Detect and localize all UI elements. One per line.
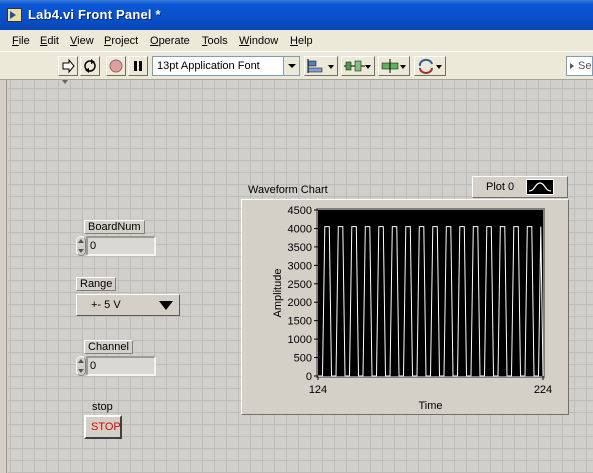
menu-edit[interactable]: Edit — [40, 35, 59, 47]
chevron-down-icon — [365, 65, 371, 69]
origin-marker-icon — [62, 80, 68, 84]
menu-view[interactable]: View — [70, 35, 94, 47]
distribute-objects-icon — [344, 60, 365, 72]
resize-objects-dropdown[interactable] — [378, 56, 410, 76]
boardnum-control[interactable]: 0 — [76, 236, 158, 256]
wave-icon — [528, 182, 552, 192]
chevron-down-icon — [283, 57, 299, 75]
align-objects-dropdown[interactable] — [304, 56, 338, 76]
plot-legend[interactable]: Plot 0 — [472, 176, 568, 198]
abort-icon — [109, 59, 123, 73]
run-continuously-icon — [84, 59, 96, 73]
menu-window[interactable]: Window — [239, 35, 278, 47]
font-select-value: 13pt Application Font — [157, 60, 260, 72]
boardnum-field[interactable]: 0 — [86, 236, 156, 256]
reorder-dropdown[interactable] — [414, 56, 446, 76]
stop-label: stop — [92, 401, 113, 413]
font-select[interactable]: 13pt Application Font — [152, 56, 300, 76]
menu-help[interactable]: Help — [290, 35, 313, 47]
run-continuously-button[interactable] — [80, 56, 100, 76]
channel-label: Channel — [84, 340, 133, 354]
menu-file[interactable]: File — [12, 35, 30, 47]
legend-plot-name: Plot 0 — [486, 181, 515, 193]
waveform-chart — [241, 199, 569, 415]
chevron-down-icon — [400, 65, 406, 69]
menu-tools[interactable]: Tools — [202, 35, 228, 47]
menu-operate[interactable]: Operate — [150, 35, 190, 47]
channel-field[interactable]: 0 — [86, 356, 156, 376]
boardnum-label: BoardNum — [84, 220, 145, 234]
stop-button[interactable]: STOP — [84, 415, 122, 439]
window-title: Lab4.vi Front Panel * — [28, 7, 161, 22]
search-arrow-icon — [570, 63, 574, 69]
increment-decrement-icon[interactable] — [76, 236, 86, 256]
menu-project[interactable]: Project — [104, 35, 138, 47]
run-button[interactable] — [58, 56, 78, 76]
search-input[interactable]: Se — [566, 56, 593, 76]
range-ring[interactable]: +- 5 V — [76, 294, 180, 316]
stop-button-text: STOP — [91, 421, 121, 433]
front-panel-window: Lab4.vi Front Panel * File Edit View Pro… — [0, 0, 593, 473]
menu-bar: File Edit View Project Operate Tools Win… — [0, 30, 593, 52]
channel-control[interactable]: 0 — [76, 356, 158, 376]
pause-icon — [134, 61, 142, 71]
range-value: +- 5 V — [91, 299, 121, 311]
run-icon — [62, 58, 75, 74]
chevron-down-icon — [159, 301, 173, 310]
plot-style-swatch[interactable] — [526, 179, 554, 195]
pause-button[interactable] — [128, 56, 148, 76]
chevron-down-icon — [328, 65, 334, 69]
reorder-icon — [418, 58, 433, 74]
search-text: Se — [578, 60, 592, 72]
chart-title: Waveform Chart — [248, 184, 328, 196]
panel-left-edge — [0, 80, 7, 473]
abort-button[interactable] — [106, 56, 126, 76]
resize-objects-icon — [381, 59, 399, 73]
distribute-objects-dropdown[interactable] — [341, 56, 375, 76]
align-objects-icon — [307, 59, 323, 73]
title-bar[interactable]: Lab4.vi Front Panel * — [0, 0, 593, 30]
toolbar: 13pt Application Font Se — [0, 52, 593, 80]
boardnum-value: 0 — [90, 240, 97, 252]
chevron-down-icon — [436, 65, 442, 69]
vi-icon — [7, 8, 22, 22]
increment-decrement-icon[interactable] — [76, 356, 86, 376]
channel-value: 0 — [90, 360, 97, 372]
range-label: Range — [76, 277, 117, 291]
